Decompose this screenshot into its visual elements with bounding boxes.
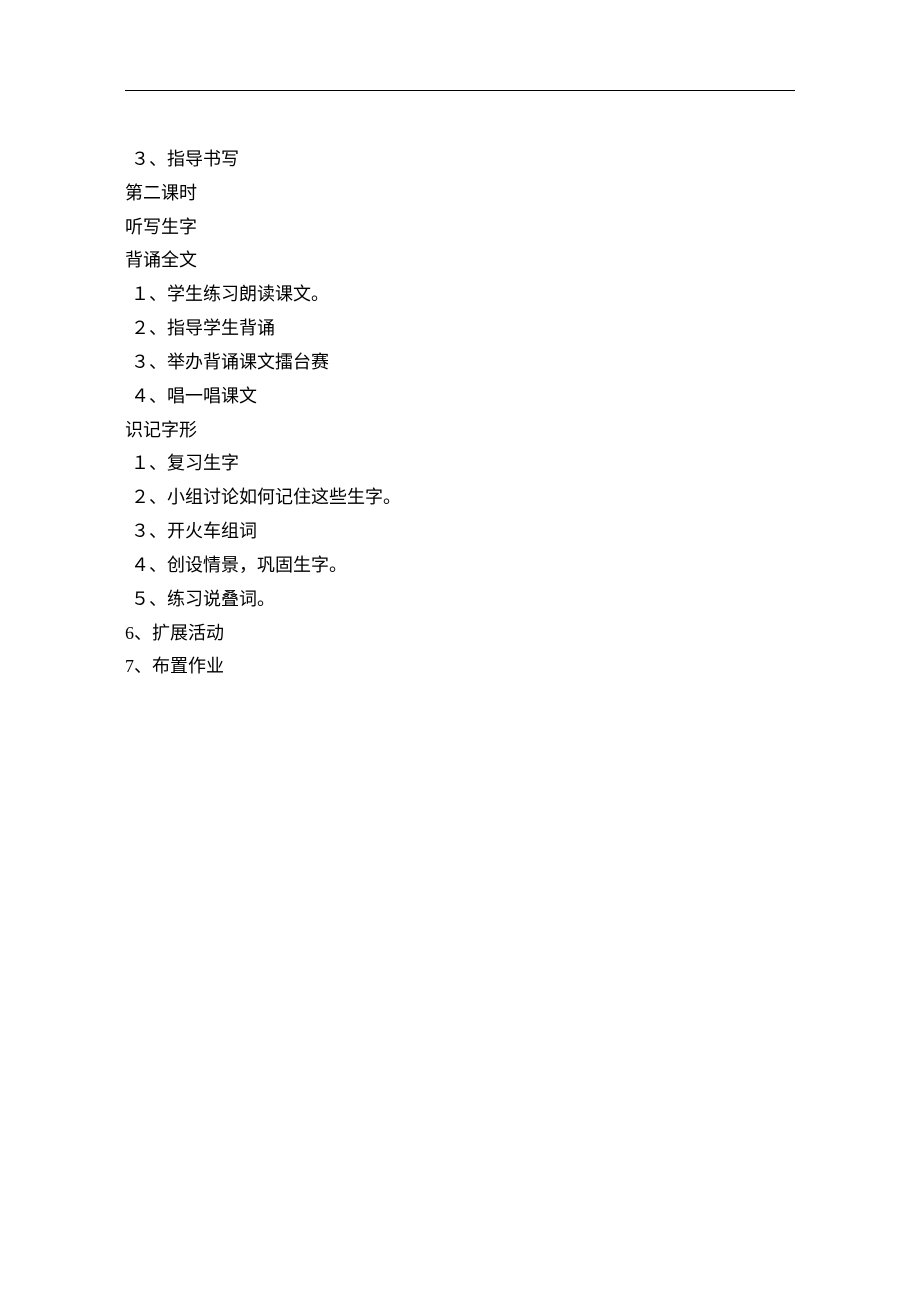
text-line: ３、举办背诵课文擂台赛 [125, 346, 795, 380]
document-content: ３、指导书写 第二课时 听写生字 背诵全文 １、学生练习朗读课文。 ２、指导学生… [125, 143, 795, 684]
text-line: ２、小组讨论如何记住这些生字。 [125, 481, 795, 515]
text-line: 识记字形 [125, 414, 795, 448]
text-line: １、复习生字 [125, 447, 795, 481]
text-line: 7、布置作业 [125, 650, 795, 684]
text-line: 背诵全文 [125, 244, 795, 278]
text-line: ２、指导学生背诵 [125, 312, 795, 346]
text-line: 听写生字 [125, 211, 795, 245]
page-container: ３、指导书写 第二课时 听写生字 背诵全文 １、学生练习朗读课文。 ２、指导学生… [0, 0, 920, 684]
text-line: 第二课时 [125, 177, 795, 211]
text-line: ４、唱一唱课文 [125, 380, 795, 414]
text-line: ３、指导书写 [125, 143, 795, 177]
text-line: ５、练习说叠词。 [125, 583, 795, 617]
text-line: 6、扩展活动 [125, 617, 795, 651]
text-line: １、学生练习朗读课文。 [125, 278, 795, 312]
text-line: ３、开火车组词 [125, 515, 795, 549]
text-line: ４、创设情景，巩固生字。 [125, 549, 795, 583]
horizontal-rule [125, 90, 795, 91]
